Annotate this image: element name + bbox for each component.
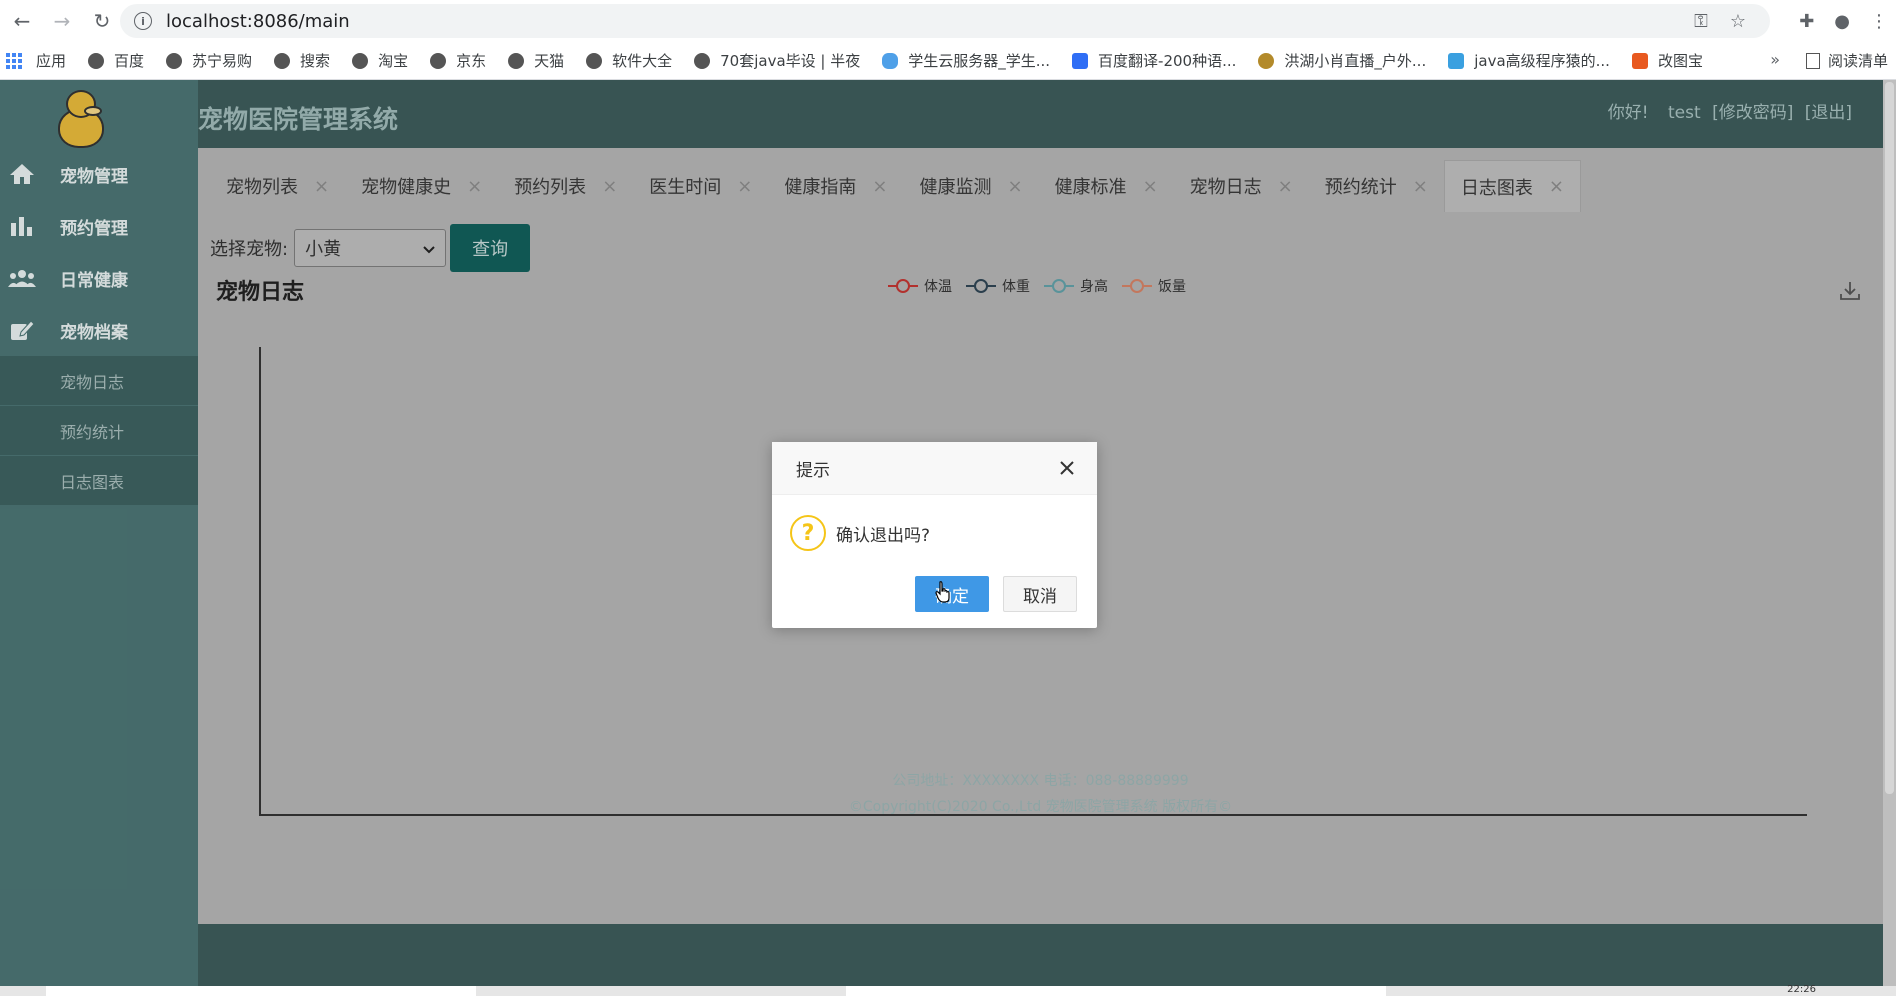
globe-icon <box>586 52 603 69</box>
bookmark-label: 改图宝 <box>1657 52 1703 70</box>
bookmark-label: 淘宝 <box>378 52 409 70</box>
profile-icon[interactable]: ● <box>1834 11 1850 32</box>
bookmark-label: 百度翻译-200种语... <box>1098 52 1237 70</box>
address-bar[interactable]: i localhost:8086/main ⚿ ☆ <box>120 4 1770 38</box>
bookmark-bilibili[interactable]: java高级程序猿的... <box>1448 50 1610 71</box>
bookmark-taobao[interactable]: 淘宝 <box>352 50 408 71</box>
os-taskbar: 22:26 <box>0 984 1896 996</box>
dialog-message: 确认退出吗? <box>836 525 931 546</box>
bookmark-label: 洪湖小肖直播_户外... <box>1284 52 1427 70</box>
browser-menu-icon[interactable]: ⋮ <box>1870 11 1888 32</box>
reload-icon[interactable]: ↻ <box>84 3 120 39</box>
forward-icon[interactable]: → <box>44 3 80 39</box>
bookmark-gaitubao[interactable]: 改图宝 <box>1631 50 1703 71</box>
key-icon[interactable]: ⚿ <box>1694 11 1708 32</box>
bookmarks-more-button[interactable]: » <box>1770 50 1780 69</box>
bookmark-star-icon[interactable]: ☆ <box>1730 11 1746 32</box>
browser-toolbar: ← → ↻ i localhost:8086/main ⚿ ☆ ✚ ● ⋮ <box>0 0 1896 42</box>
tv-icon <box>1448 52 1465 69</box>
bookmark-apps[interactable]: 应用 <box>6 50 66 71</box>
bookmark-search[interactable]: 搜索 <box>274 50 330 71</box>
bookmark-baidu[interactable]: 百度 <box>88 50 144 71</box>
globe-icon <box>88 52 105 69</box>
reading-list-label: 阅读清单 <box>1827 52 1888 70</box>
apps-grid-icon <box>6 52 22 69</box>
feather-icon <box>1258 52 1275 69</box>
bookmark-live[interactable]: 洪湖小肖直播_户外... <box>1258 50 1426 71</box>
bookmark-label: 70套java毕设 | 半夜 <box>720 52 861 70</box>
globe-icon <box>508 52 525 69</box>
back-icon[interactable]: ← <box>4 3 40 39</box>
bookmark-label: 天猫 <box>534 52 565 70</box>
bookmark-label: 苏宁易购 <box>192 52 253 70</box>
mouse-cursor-icon <box>934 580 952 604</box>
dialog-title: 提示 <box>796 460 830 481</box>
bookmarks-bar: 应用 百度 苏宁易购 搜索 淘宝 京东 天猫 软件大全 70套java毕设 | … <box>0 42 1896 80</box>
globe-icon <box>352 52 369 69</box>
close-icon[interactable] <box>1057 458 1077 478</box>
bookmark-label: 应用 <box>36 52 67 70</box>
bookmark-java[interactable]: 70套java毕设 | 半夜 <box>694 50 860 71</box>
taskbar-segment <box>46 986 476 996</box>
bookmark-cloud[interactable]: 学生云服务器_学生... <box>882 50 1050 71</box>
site-info-icon[interactable]: i <box>134 12 152 30</box>
question-icon: ? <box>790 515 826 551</box>
dialog-body: ? 确认退出吗? <box>772 495 1097 551</box>
globe-icon <box>430 52 447 69</box>
cancel-button[interactable]: 取消 <box>1003 576 1077 612</box>
globe-icon <box>166 52 183 69</box>
bookmark-tmall[interactable]: 天猫 <box>508 50 564 71</box>
extensions-icon[interactable]: ✚ <box>1799 11 1814 32</box>
bookmark-label: 京东 <box>456 52 487 70</box>
translate-icon <box>1072 52 1089 69</box>
bookmark-label: 学生云服务器_学生... <box>908 52 1051 70</box>
bookmark-label: 软件大全 <box>612 52 673 70</box>
reading-list-icon <box>1805 52 1820 69</box>
bookmark-jd[interactable]: 京东 <box>430 50 486 71</box>
image-icon <box>1631 52 1648 69</box>
globe-icon <box>274 52 291 69</box>
bookmark-label: 百度 <box>114 52 145 70</box>
reading-list-button[interactable]: 阅读清单 <box>1805 50 1888 71</box>
dialog-header: 提示 <box>772 442 1097 495</box>
cloud-icon <box>882 52 899 69</box>
globe-icon <box>694 52 711 69</box>
confirm-button[interactable]: 确定 <box>915 576 989 612</box>
bookmark-suning[interactable]: 苏宁易购 <box>166 50 252 71</box>
bookmark-software[interactable]: 软件大全 <box>586 50 672 71</box>
taskbar-segment <box>846 986 1386 996</box>
bookmark-translate[interactable]: 百度翻译-200种语... <box>1072 50 1236 71</box>
url-text: localhost:8086/main <box>166 10 350 32</box>
bookmark-label: java高级程序猿的... <box>1474 52 1610 70</box>
bookmark-label: 搜索 <box>300 52 331 70</box>
taskbar-clock: 22:26 <box>1787 984 1816 995</box>
